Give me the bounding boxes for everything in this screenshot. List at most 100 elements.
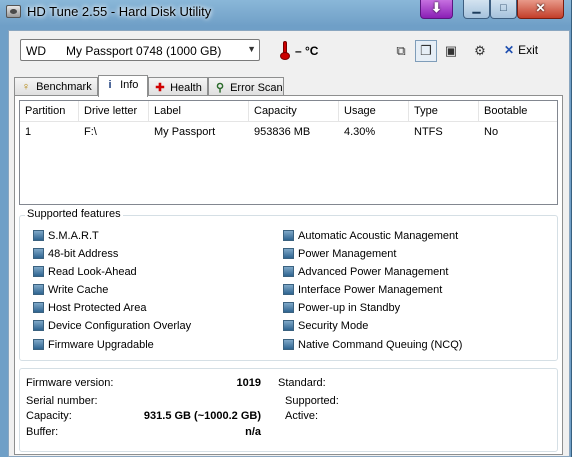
feature-label: Power-up in Standby bbox=[298, 302, 401, 314]
chevron-down-icon[interactable]: ▼ bbox=[247, 44, 256, 54]
feature-indicator-icon bbox=[283, 230, 294, 241]
copy-text-icon[interactable]: ⧉ bbox=[390, 40, 412, 62]
download-button[interactable]: ⬇ bbox=[420, 0, 453, 19]
feature-item: Firmware Upgradable bbox=[33, 339, 154, 353]
maximize-button[interactable]: □ bbox=[490, 0, 517, 19]
feature-indicator-icon bbox=[283, 302, 294, 313]
serial-label: Serial number: bbox=[26, 395, 98, 407]
table-header: Partition Drive letter Label Capacity Us… bbox=[20, 101, 557, 122]
cell-partition: 1 bbox=[25, 126, 32, 138]
feature-label: Advanced Power Management bbox=[298, 266, 449, 278]
feature-label: Host Protected Area bbox=[48, 302, 147, 314]
column-header[interactable]: Label bbox=[149, 101, 249, 122]
magnifier-icon: ⚲ bbox=[215, 82, 225, 94]
feature-indicator-icon bbox=[283, 284, 294, 295]
info-icon: i bbox=[108, 79, 112, 91]
tab-benchmark[interactable]: ♀ Benchmark bbox=[14, 77, 98, 96]
column-header[interactable]: Drive letter bbox=[79, 101, 149, 122]
feature-indicator-icon bbox=[283, 320, 294, 331]
client-area: WD My Passport 0748 (1000 GB) ▼ – °C ⧉ ❐… bbox=[8, 30, 570, 457]
options-icon[interactable]: ⚙ bbox=[469, 40, 491, 62]
partition-table[interactable]: Partition Drive letter Label Capacity Us… bbox=[19, 100, 558, 205]
cell-drive-letter: F:\ bbox=[84, 126, 97, 138]
tab-label: Health bbox=[170, 82, 202, 94]
feature-item: Write Cache bbox=[33, 284, 108, 298]
firmware-value: 1019 bbox=[236, 377, 261, 389]
feature-indicator-icon bbox=[33, 266, 44, 277]
feature-indicator-icon bbox=[33, 320, 44, 331]
feature-item: Interface Power Management bbox=[283, 284, 442, 298]
capacity-label: Capacity: bbox=[26, 410, 72, 422]
feature-item: Read Look-Ahead bbox=[33, 266, 137, 280]
hard-disk-icon bbox=[6, 5, 21, 18]
exit-label: Exit bbox=[518, 43, 539, 57]
column-header[interactable]: Usage bbox=[339, 101, 409, 122]
tab-label: Error Scan bbox=[230, 82, 283, 94]
standard-label: Standard: bbox=[278, 377, 326, 389]
cell-type: NTFS bbox=[414, 126, 443, 138]
supported-features-group: Supported features S.M.A.R.T 48-bit Addr… bbox=[19, 208, 558, 361]
window-title: HD Tune 2.55 - Hard Disk Utility bbox=[27, 4, 212, 19]
tab-info[interactable]: i Info bbox=[98, 75, 148, 97]
column-header[interactable]: Bootable bbox=[479, 101, 557, 122]
feature-label: Native Command Queuing (NCQ) bbox=[298, 339, 463, 351]
feature-item: S.M.A.R.T bbox=[33, 230, 99, 244]
feature-indicator-icon bbox=[33, 284, 44, 295]
column-header[interactable]: Partition bbox=[20, 101, 79, 122]
supported-label: Supported: bbox=[285, 395, 339, 407]
cell-capacity: 953836 MB bbox=[254, 126, 311, 138]
copy-screenshot-icon[interactable]: ❐ bbox=[415, 40, 437, 62]
exit-x-icon: ✕ bbox=[504, 43, 515, 57]
feature-indicator-icon bbox=[33, 339, 44, 350]
feature-item: 48-bit Address bbox=[33, 248, 118, 262]
feature-indicator-icon bbox=[33, 248, 44, 259]
feature-label: 48-bit Address bbox=[48, 248, 119, 260]
feature-label: Interface Power Management bbox=[298, 284, 443, 296]
feature-label: Write Cache bbox=[48, 284, 109, 296]
feature-label: Read Look-Ahead bbox=[48, 266, 137, 278]
close-button[interactable]: ✕ bbox=[517, 0, 564, 19]
info-panel: Partition Drive letter Label Capacity Us… bbox=[14, 95, 563, 455]
benchmark-icon: ♀ bbox=[21, 81, 31, 93]
close-icon: ✕ bbox=[535, 1, 546, 15]
download-arrow-icon: ⬇ bbox=[431, 0, 442, 15]
tab-error-scan[interactable]: ⚲ Error Scan bbox=[208, 77, 284, 96]
feature-label: Security Mode bbox=[298, 320, 369, 332]
features-legend: Supported features bbox=[25, 208, 123, 220]
feature-indicator-icon bbox=[283, 266, 294, 277]
feature-item: Power-up in Standby bbox=[283, 302, 400, 316]
tab-health[interactable]: ✚ Health bbox=[148, 77, 208, 96]
drive-details-group: Firmware version: 1019 Serial number: Ca… bbox=[19, 368, 558, 452]
feature-item: Power Management bbox=[283, 248, 396, 262]
health-cross-icon: ✚ bbox=[155, 82, 165, 94]
tab-label: Benchmark bbox=[36, 81, 92, 93]
feature-item: Native Command Queuing (NCQ) bbox=[283, 339, 462, 353]
feature-label: S.M.A.R.T bbox=[48, 230, 99, 242]
buffer-value: n/a bbox=[245, 426, 261, 438]
cell-label: My Passport bbox=[154, 126, 216, 138]
drive-select[interactable]: WD My Passport 0748 (1000 GB) ▼ bbox=[20, 39, 260, 61]
feature-item: Security Mode bbox=[283, 320, 368, 334]
buffer-label: Buffer: bbox=[26, 426, 59, 438]
save-icon[interactable]: ▣ bbox=[440, 40, 462, 62]
feature-indicator-icon bbox=[283, 248, 294, 259]
feature-label: Automatic Acoustic Management bbox=[298, 230, 459, 242]
feature-item: Automatic Acoustic Management bbox=[283, 230, 458, 244]
cell-usage: 4.30% bbox=[344, 126, 376, 138]
feature-item: Advanced Power Management bbox=[283, 266, 448, 280]
cell-bootable: No bbox=[484, 126, 499, 138]
feature-indicator-icon bbox=[33, 230, 44, 241]
column-header[interactable]: Type bbox=[409, 101, 479, 122]
maximize-icon: □ bbox=[500, 2, 507, 14]
table-row[interactable]: 1 F:\ My Passport 953836 MB 4.30% NTFS N… bbox=[20, 123, 557, 141]
exit-button[interactable]: ✕ Exit bbox=[504, 43, 538, 57]
app-window: HD Tune 2.55 - Hard Disk Utility ⬇ ▁ □ ✕… bbox=[0, 0, 572, 457]
column-header[interactable]: Capacity bbox=[249, 101, 339, 122]
feature-label: Power Management bbox=[298, 248, 397, 260]
drive-select-value: WD My Passport 0748 (1000 GB) bbox=[26, 44, 222, 58]
title-bar[interactable]: HD Tune 2.55 - Hard Disk Utility ⬇ ▁ □ ✕ bbox=[0, 0, 572, 26]
firmware-label: Firmware version: bbox=[26, 377, 114, 389]
feature-item: Device Configuration Overlay bbox=[33, 320, 191, 334]
minimize-icon: ▁ bbox=[472, 3, 481, 14]
minimize-button[interactable]: ▁ bbox=[463, 0, 490, 19]
